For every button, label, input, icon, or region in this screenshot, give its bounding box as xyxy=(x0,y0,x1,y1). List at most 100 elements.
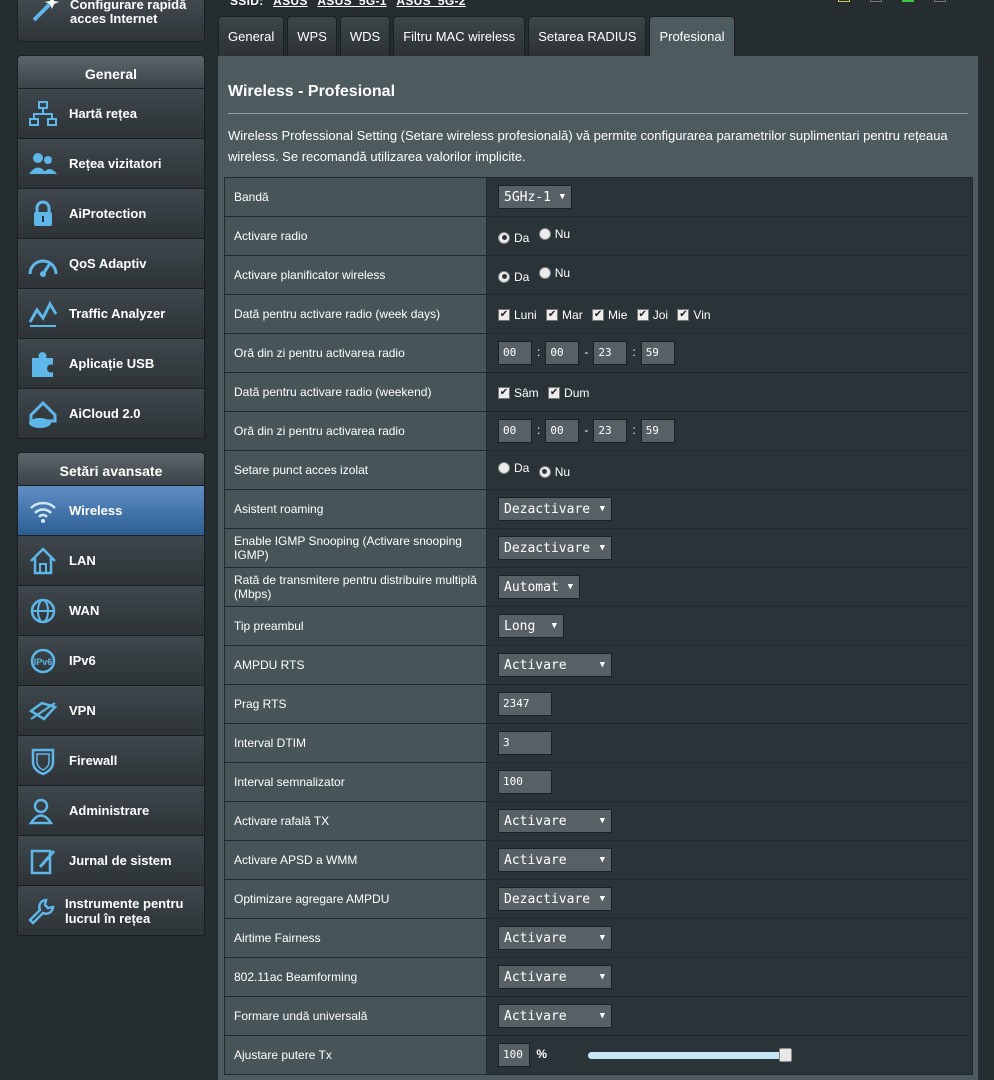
sidebar-item-label: Jurnal de sistem xyxy=(69,853,172,868)
row-label: Prag RTS xyxy=(224,684,487,724)
band-select[interactable]: 5GHz-1 ▼ xyxy=(498,185,572,209)
sidebar-item-label: Rețea vizitatori xyxy=(69,156,162,171)
sidebar-item-qos[interactable]: QoS Adaptiv xyxy=(17,239,205,289)
checkbox-thursday[interactable]: ✔ Joi xyxy=(636,308,668,322)
weekday-start-hour-input[interactable]: 00 xyxy=(498,341,532,365)
sidebar-item-vpn[interactable]: VPN xyxy=(17,686,205,736)
row-label: AMPDU RTS xyxy=(224,645,487,685)
ampdu-rts-select[interactable]: Activare ▼ xyxy=(498,653,612,677)
igmp-select[interactable]: Dezactivare ▼ xyxy=(498,536,612,560)
lock-icon xyxy=(26,197,60,231)
ipv6-icon: IPv6 xyxy=(26,644,60,678)
sidebar-item-wireless[interactable]: Wireless xyxy=(17,486,205,536)
checkbox-label: Sâm xyxy=(514,386,539,400)
sidebar-item-label: Instrumente pentru lucrul în rețea xyxy=(65,895,184,926)
sidebar-item-guest-network[interactable]: Rețea vizitatori xyxy=(17,139,205,189)
weekday-end-minute-input[interactable]: 59 xyxy=(640,341,675,365)
sidebar-item-network-map[interactable]: Hartă rețea xyxy=(17,89,205,139)
checkbox-wednesday[interactable]: ✔ Mie xyxy=(592,308,627,322)
quick-setup-button[interactable]: Configurare rapidă acces Internet xyxy=(17,0,205,42)
beamforming-select[interactable]: Activare ▼ xyxy=(498,965,612,989)
sidebar-item-ipv6[interactable]: IPv6 IPv6 xyxy=(17,636,205,686)
sidebar-item-label: AiCloud 2.0 xyxy=(69,406,141,421)
ampdu-optimize-select[interactable]: Dezactivare ▼ xyxy=(498,887,612,911)
globe-icon xyxy=(26,594,60,628)
radio-enable-no[interactable]: Nu xyxy=(538,227,570,241)
tab-radius[interactable]: Setarea RADIUS xyxy=(528,16,647,56)
weekend-start-hour-input[interactable]: 00 xyxy=(498,419,532,443)
row-label: Interval DTIM xyxy=(224,723,487,763)
scheduler-no[interactable]: Nu xyxy=(538,266,570,280)
tab-general[interactable]: General xyxy=(218,16,285,56)
tx-burst-select[interactable]: Activare ▼ xyxy=(498,809,612,833)
slider-handle[interactable] xyxy=(779,1048,793,1062)
chevron-down-icon: ▼ xyxy=(599,543,605,553)
status-icon[interactable] xyxy=(870,0,882,2)
ssid-link[interactable]: ASUS_5G-2 xyxy=(396,0,465,8)
sidebar-item-wan[interactable]: WAN xyxy=(17,586,205,636)
chevron-down-icon: ▼ xyxy=(599,1011,605,1021)
multicast-rate-select[interactable]: Automat ▼ xyxy=(498,575,580,599)
tab-mac-filter[interactable]: Filtru MAC wireless xyxy=(393,16,526,56)
checkbox-sunday[interactable]: ✔ Dum xyxy=(548,386,589,400)
sidebar-item-network-tools[interactable]: Instrumente pentru lucrul în rețea xyxy=(17,886,205,936)
radio-enable-yes[interactable]: Da xyxy=(498,231,529,245)
chevron-down-icon: ▼ xyxy=(599,504,605,514)
wrench-icon xyxy=(26,894,56,928)
dtim-interval-input[interactable]: 3 xyxy=(498,731,552,755)
sidebar-item-firewall[interactable]: Firewall xyxy=(17,736,205,786)
weekday-start-minute-input[interactable]: 00 xyxy=(545,341,580,365)
tab-wds[interactable]: WDS xyxy=(339,16,391,56)
checkbox-friday[interactable]: ✔ Vin xyxy=(677,308,711,322)
status-icon[interactable] xyxy=(838,0,850,2)
tx-power-slider[interactable] xyxy=(588,1048,793,1062)
table-row: Bandă 5GHz-1 ▼ xyxy=(224,177,973,217)
checkbox-tuesday[interactable]: ✔ Mar xyxy=(546,308,583,322)
tx-power-input[interactable]: 100 xyxy=(498,1043,530,1067)
tab-professional[interactable]: Profesional xyxy=(649,16,735,56)
weekend-end-hour-input[interactable]: 23 xyxy=(593,419,628,443)
status-icon[interactable] xyxy=(902,0,914,2)
settings-table: Bandă 5GHz-1 ▼ Activare radio Da Nu Activ… xyxy=(224,177,973,1075)
universal-beamforming-select[interactable]: Activare ▼ xyxy=(498,1004,612,1028)
isolated-no[interactable]: Nu xyxy=(538,465,570,479)
weekend-start-minute-input[interactable]: 00 xyxy=(545,419,580,443)
weekend-end-minute-input[interactable]: 59 xyxy=(640,419,675,443)
checkbox-label: Mar xyxy=(562,308,583,322)
isolated-yes[interactable]: Da xyxy=(498,461,529,475)
scheduler-yes[interactable]: Da xyxy=(498,270,529,284)
status-icon[interactable] xyxy=(934,0,946,2)
guest-network-icon xyxy=(26,147,60,181)
preamble-select[interactable]: Long ▼ xyxy=(498,614,564,638)
traffic-chart-icon xyxy=(26,297,60,331)
sidebar-item-system-log[interactable]: Jurnal de sistem xyxy=(17,836,205,886)
ssid-link[interactable]: ASUS xyxy=(273,0,308,8)
airtime-fairness-select[interactable]: Activare ▼ xyxy=(498,926,612,950)
weekday-end-hour-input[interactable]: 23 xyxy=(593,341,628,365)
row-label: Dată pentru activare radio (weekend) xyxy=(224,372,487,412)
time-separator: : xyxy=(537,345,541,360)
row-label: Enable IGMP Snooping (Activare snooping … xyxy=(224,528,487,568)
chevron-down-icon: ▼ xyxy=(599,972,605,982)
time-separator: : xyxy=(632,423,636,438)
checkbox-saturday[interactable]: ✔ Sâm xyxy=(498,386,539,400)
sidebar-item-label: Administrare xyxy=(69,803,150,818)
checkbox-monday[interactable]: ✔ Luni xyxy=(498,308,537,322)
beacon-interval-input[interactable]: 100 xyxy=(498,770,552,794)
wmm-apsd-select[interactable]: Activare ▼ xyxy=(498,848,612,872)
radio-label: Da xyxy=(514,269,530,284)
sidebar-item-traffic-analyzer[interactable]: Traffic Analyzer xyxy=(17,289,205,339)
sidebar-item-usb-application[interactable]: Aplicație USB xyxy=(17,339,205,389)
shield-icon xyxy=(26,744,60,778)
rts-threshold-input[interactable]: 2347 xyxy=(498,692,552,716)
status-icons xyxy=(838,0,946,2)
ssid-link[interactable]: ASUS_5G-1 xyxy=(317,0,386,8)
roaming-select[interactable]: Dezactivare ▼ xyxy=(498,497,612,521)
advanced-menu: Wireless LAN WAN IPv6 IPv6 VPN Firewall … xyxy=(17,486,205,936)
sidebar-item-administration[interactable]: Administrare xyxy=(17,786,205,836)
checkbox-label: Vin xyxy=(693,308,711,322)
sidebar-item-lan[interactable]: LAN xyxy=(17,536,205,586)
tab-wps[interactable]: WPS xyxy=(287,16,337,56)
sidebar-item-aiprotection[interactable]: AiProtection xyxy=(17,189,205,239)
sidebar-item-aicloud[interactable]: AiCloud 2.0 xyxy=(17,389,205,439)
